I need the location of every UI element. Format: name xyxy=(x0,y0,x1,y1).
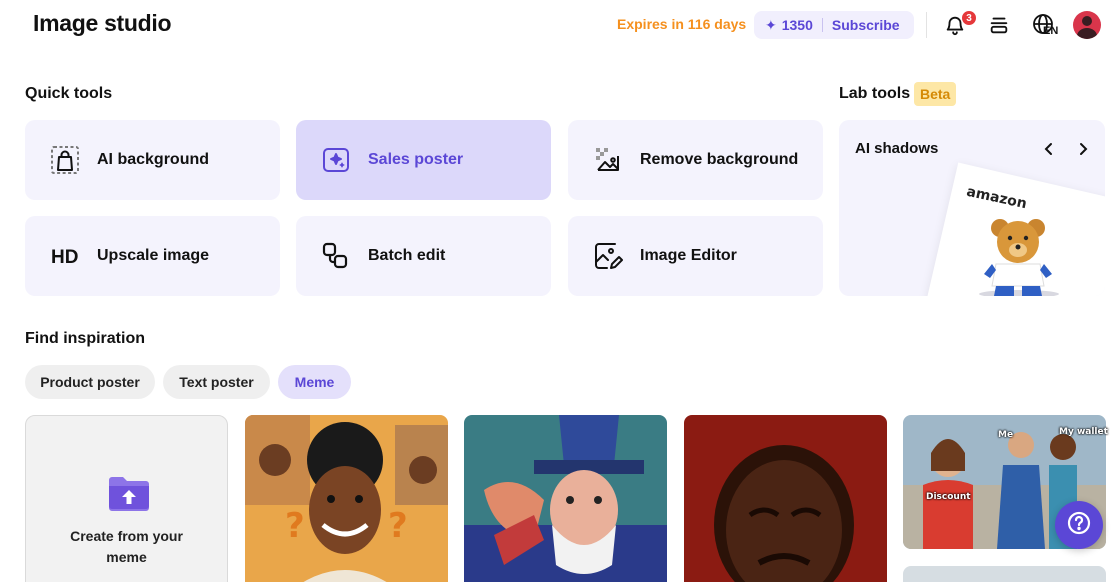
avatar-body xyxy=(1077,28,1097,39)
stack-icon[interactable] xyxy=(986,12,1012,38)
hd-icon: HD xyxy=(49,240,81,272)
meme-image-confused-man: ? ? xyxy=(245,415,448,582)
meme-thumbnail[interactable]: ? ? xyxy=(245,415,448,582)
meme-caption: Me xyxy=(998,430,1014,440)
tool-label: Batch edit xyxy=(368,247,446,264)
chip-meme[interactable]: Meme xyxy=(278,365,351,399)
subscribe-button[interactable]: Subscribe xyxy=(832,17,900,33)
credits-subscribe-pill[interactable]: ✦ 1350 Subscribe xyxy=(754,11,914,39)
chip-text-poster[interactable]: Text poster xyxy=(163,365,270,399)
help-button[interactable] xyxy=(1055,501,1103,549)
create-label-text: Create from your meme xyxy=(70,528,183,565)
subscription-expiry: Expires in 116 days xyxy=(617,16,747,32)
create-label: Create from your meme xyxy=(26,526,227,568)
meme-caption: Discount xyxy=(926,492,971,502)
tool-label: AI background xyxy=(97,151,210,168)
avatar[interactable] xyxy=(1073,11,1101,39)
tool-sales-poster[interactable]: Sales poster xyxy=(296,120,551,200)
svg-text:?: ? xyxy=(388,506,408,546)
svg-text:HD: HD xyxy=(51,247,78,268)
chevron-right-icon[interactable] xyxy=(1072,138,1094,160)
quick-tools-heading: Quick tools xyxy=(25,85,113,102)
tool-label: Upscale image xyxy=(97,247,210,264)
meme-caption: My wallet xyxy=(1059,427,1108,437)
tool-batch-edit[interactable]: Batch edit xyxy=(296,216,551,296)
svg-text:?: ? xyxy=(285,506,305,546)
meme-image-crying-man xyxy=(684,415,887,582)
image-edit-icon xyxy=(592,240,624,272)
avatar-head xyxy=(1082,16,1092,26)
teddy-bear-image xyxy=(979,219,1059,296)
notification-badge: 3 xyxy=(961,10,977,26)
divider xyxy=(821,18,823,32)
batch-icon xyxy=(320,240,352,272)
tool-upscale-image[interactable]: HD Upscale image xyxy=(25,216,280,296)
app-title: Image studio xyxy=(33,10,172,36)
meme-thumbnail[interactable] xyxy=(903,566,1106,582)
question-icon xyxy=(1066,510,1092,541)
tool-ai-background[interactable]: AI background xyxy=(25,120,280,200)
credit-count: 1350 xyxy=(781,17,813,33)
language-code[interactable]: EN xyxy=(1043,25,1058,37)
find-inspiration-heading: Find inspiration xyxy=(25,330,145,347)
meme-thumbnail[interactable] xyxy=(464,415,667,582)
meme-image-uncle-sam xyxy=(464,415,667,582)
bag-icon xyxy=(49,144,81,176)
folder-upload-icon xyxy=(106,470,152,521)
lab-card-title: AI shadows xyxy=(855,140,939,157)
tool-image-editor[interactable]: Image Editor xyxy=(568,216,823,296)
sparkle-icon: ✦ xyxy=(765,16,777,33)
tool-remove-background[interactable]: Remove background xyxy=(568,120,823,200)
top-bar: Image studio Expires in 116 days ✦ 1350 … xyxy=(0,0,1115,52)
create-from-meme-card[interactable]: Create from your meme xyxy=(25,415,228,582)
sparkle-image-icon xyxy=(320,144,352,176)
divider xyxy=(926,12,927,38)
chevron-left-icon[interactable] xyxy=(1038,138,1060,160)
beta-badge: Beta xyxy=(914,82,957,106)
tool-label: Image Editor xyxy=(640,247,737,264)
lab-card-ai-shadows[interactable]: AI shadows xyxy=(839,120,1105,296)
remove-bg-icon xyxy=(592,144,624,176)
tool-label: Sales poster xyxy=(368,151,464,168)
lab-tools-heading: Lab tools xyxy=(839,85,911,102)
meme-thumbnail[interactable] xyxy=(684,415,887,582)
chip-product-poster[interactable]: Product poster xyxy=(25,365,155,399)
tool-label: Remove background xyxy=(640,151,799,168)
